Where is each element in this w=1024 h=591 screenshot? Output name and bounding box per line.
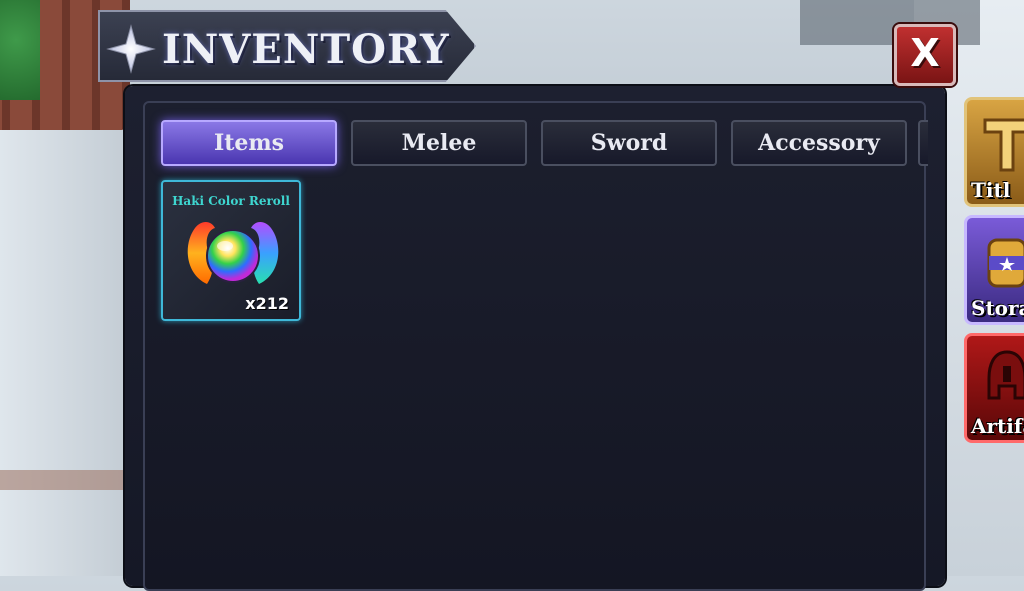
tab-melee[interactable]: Melee xyxy=(351,120,527,166)
inventory-header: INVENTORY xyxy=(98,10,476,82)
background-wall xyxy=(0,130,130,576)
side-button-titles[interactable]: Titl xyxy=(964,97,1024,207)
item-quantity: x212 xyxy=(245,294,289,313)
side-button-label: Titl xyxy=(971,178,1011,202)
background-bush xyxy=(0,0,40,100)
close-button[interactable]: X xyxy=(894,24,956,86)
page-title: INVENTORY xyxy=(162,26,450,73)
title-icon xyxy=(983,118,1024,172)
inventory-content-area xyxy=(143,101,926,591)
side-button-storage[interactable]: Stora xyxy=(964,215,1024,325)
storage-icon xyxy=(987,238,1024,288)
item-name: Haki Color Reroll xyxy=(172,194,290,208)
side-button-label: Artifa xyxy=(971,414,1024,438)
artifact-icon xyxy=(987,350,1024,400)
tab-next-partial[interactable] xyxy=(918,120,928,166)
close-icon: X xyxy=(910,31,940,75)
inventory-item-slot[interactable]: Haki Color Reroll x212 xyxy=(161,180,301,321)
star-icon xyxy=(106,24,156,74)
tab-items[interactable]: Items xyxy=(161,120,337,166)
tab-sword[interactable]: Sword xyxy=(541,120,717,166)
tab-accessory[interactable]: Accessory xyxy=(731,120,907,166)
side-button-label: Stora xyxy=(971,296,1024,320)
background-ledge xyxy=(0,470,130,490)
side-button-artifacts[interactable]: Artifa xyxy=(964,333,1024,443)
haki-orb-icon xyxy=(187,222,279,284)
